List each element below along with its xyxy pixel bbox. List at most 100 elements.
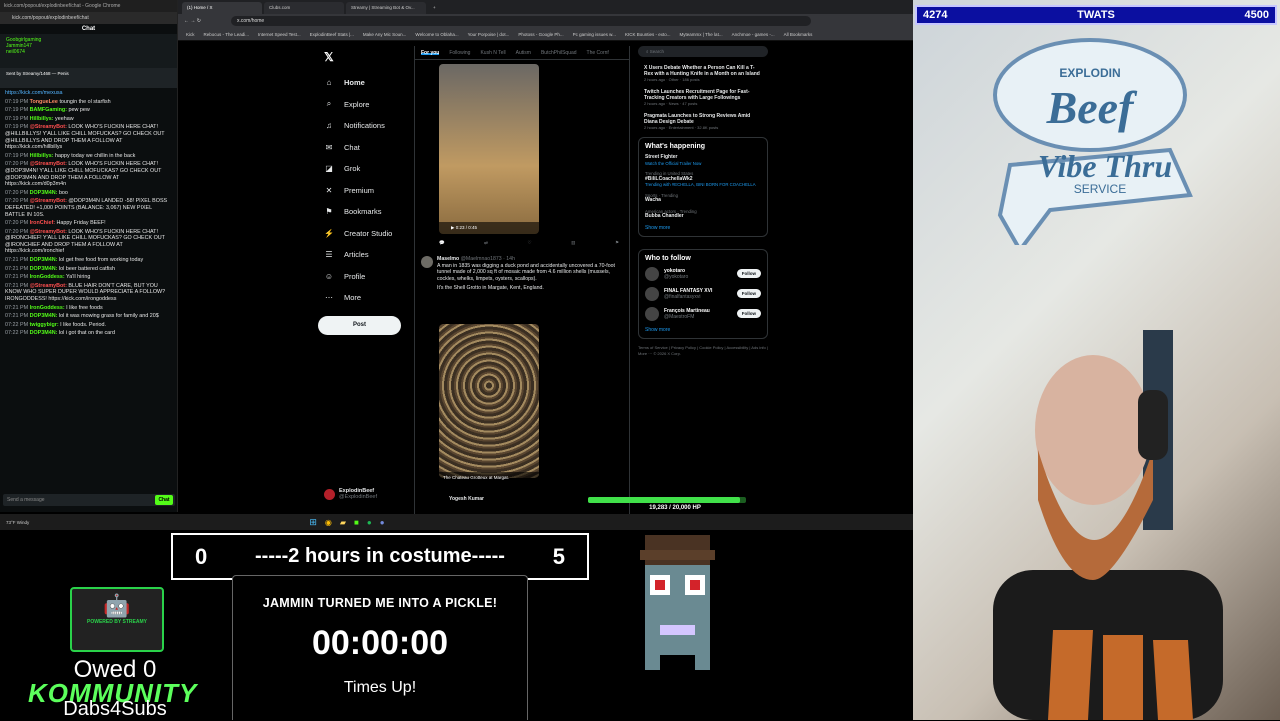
trend-item[interactable]: Sports · Trending Wacha [645, 193, 761, 204]
follow-suggestion[interactable]: yokotaro @yokotaro Follow [645, 266, 761, 281]
chat-send-input[interactable]: Send a message [3, 494, 175, 506]
nav-item-bookmarks[interactable]: ⚑ Bookmarks [318, 201, 413, 223]
bookmark-item[interactable]: Welcome to Oblaha... [415, 32, 458, 37]
tweet[interactable]: Maselmo @Maelmnao1873 · 14h A man in 183… [419, 256, 625, 292]
bookmark-item[interactable]: Anchmoe - games -... [732, 32, 775, 37]
like-icon[interactable]: ♡ [528, 240, 532, 246]
message-username[interactable]: DOP3M4N: [30, 266, 58, 272]
chat-url[interactable]: kick.com/popout/explodinbeef/chat [0, 12, 177, 24]
account-switcher[interactable]: ExplodinBeef @ExplodinBeef [324, 488, 377, 500]
video-controls[interactable]: ▶ 0:23 / 0:45 [439, 222, 539, 234]
search-input[interactable]: ⌕ Search [638, 46, 768, 57]
message-username[interactable]: BAMFGaming: [30, 107, 67, 113]
tab-clubs[interactable]: Clubs.com [264, 2, 344, 14]
message-username[interactable]: DOP3M4N: [30, 313, 58, 319]
nav-item-chat[interactable]: ✉ Chat [318, 137, 413, 159]
address-bar[interactable]: x.com/home [230, 16, 811, 26]
bookmark-item[interactable]: Pc gaming issues w... [573, 32, 616, 37]
reload-icon[interactable]: ↻ [197, 18, 201, 24]
news-item[interactable]: X Users Debate Whether a Person Can Kill… [644, 65, 762, 83]
feed-tab[interactable]: Autism [516, 50, 531, 56]
message-username[interactable]: @StreamyBot: [30, 198, 67, 204]
follow-button[interactable]: Follow [736, 289, 761, 298]
chat-send-button[interactable]: Chat [155, 495, 173, 505]
next-tweet-author[interactable]: Yogesh Kumar [449, 496, 484, 502]
bookmark-item[interactable]: Your Porpoise | dot... [468, 32, 510, 37]
follow-button[interactable]: Follow [736, 309, 761, 318]
views-icon[interactable]: ▥ [571, 240, 575, 246]
counter-goal: 4500 [1244, 9, 1269, 21]
new-tab-button[interactable]: + [428, 2, 442, 14]
tweet-image[interactable] [439, 324, 539, 478]
news-item[interactable]: Pragmata Launches to Strong Reviews Amid… [644, 113, 762, 131]
message-username[interactable]: Hillbillys: [30, 153, 54, 159]
follow-button[interactable]: Follow [736, 269, 761, 278]
bookmark-item[interactable]: Rebocus - The Leadi... [204, 32, 249, 37]
post-button[interactable]: Post [318, 315, 401, 335]
nav-item-creator-studio[interactable]: ⚡ Creator Studio [318, 223, 413, 245]
bookmark-item[interactable]: Myteammx | The lat... [679, 32, 722, 37]
trend-item[interactable]: Trending in United States #BiliLCoachella… [645, 171, 761, 188]
bookmark-icon[interactable]: ⚑ [615, 240, 619, 246]
nav-item-notifications[interactable]: ♫ Notifications [318, 115, 413, 137]
bookmark-item[interactable]: Photoss - Google Ph... [518, 32, 563, 37]
bookmark-item[interactable]: Make Any Mic Soun... [363, 32, 407, 37]
feed-tab[interactable]: ButchPhilSquad [541, 50, 577, 56]
bookmark-item[interactable]: KICK Bounties - exto... [625, 32, 671, 37]
message-username[interactable]: Hillbillys: [30, 116, 54, 122]
bookmark-item[interactable]: Internet Speed Test... [258, 32, 301, 37]
bookmark-item[interactable]: Kick [186, 32, 195, 37]
spotify-icon[interactable]: ● [367, 518, 372, 527]
forward-icon[interactable]: → [190, 18, 195, 24]
message-username[interactable]: @StreamyBot: [30, 229, 67, 235]
message-username[interactable]: DOP3M4N: [30, 257, 58, 263]
nav-item-grok[interactable]: ◪ Grok [318, 158, 413, 180]
costume-current: 0 [195, 543, 208, 569]
nav-item-explore[interactable]: ⌕ Explore [318, 94, 413, 116]
trend-item[interactable]: American actors · Trending Bubba Chandler [645, 209, 761, 220]
pinned-message[interactable]: Sent by Streamy/1468 — Penis [0, 68, 177, 88]
tab-x-home[interactable]: (1) Home / X [182, 2, 262, 14]
tab-streamy[interactable]: Streamy | Streaming Bot & Ov... [346, 2, 426, 14]
feed-tab[interactable]: Following [449, 50, 470, 56]
bookmark-item[interactable]: All Bookmarks [784, 32, 813, 37]
nav-item-profile[interactable]: ☺ Profile [318, 266, 413, 288]
reply-icon[interactable]: 💬 [439, 240, 445, 246]
show-more-link[interactable]: Show more [645, 327, 761, 333]
file-explorer-icon[interactable]: ▰ [340, 518, 346, 527]
show-more-link[interactable]: Show more [645, 225, 761, 231]
trend-item[interactable]: Street Fighter Watch the Official Trailer… [645, 154, 761, 166]
nav-item-home[interactable]: ⌂ Home [318, 72, 413, 94]
nav-item-more[interactable]: ⋯ More [318, 287, 413, 309]
message-username[interactable]: IronChief: [30, 220, 55, 226]
bookmark-item[interactable]: ExplodinBeef Stats |... [310, 32, 354, 37]
message-username[interactable]: DOP3M4N: [30, 330, 58, 336]
feed-tab[interactable]: For you [421, 50, 440, 56]
message-username[interactable]: @StreamyBot: [30, 124, 67, 130]
chrome-icon[interactable]: ◉ [325, 518, 332, 527]
message-username[interactable]: IronGoddess: [30, 274, 65, 280]
feed-tab[interactable]: Kush N Tell [480, 50, 505, 56]
discord-icon[interactable]: ● [380, 518, 385, 527]
x-logo-icon[interactable]: 𝕏 [324, 50, 413, 64]
feed-tab[interactable]: The Cornf [587, 50, 609, 56]
nav-item-premium[interactable]: ✕ Premium [318, 180, 413, 202]
suggestion-handle: @yokotaro [664, 273, 689, 280]
message-username[interactable]: DOP3M4N: [30, 190, 58, 196]
message-username[interactable]: @StreamyBot: [30, 161, 67, 167]
follow-suggestion[interactable]: FINAL FANTASY XVI @finalfantasyxvi Follow [645, 286, 761, 301]
message-username[interactable]: twiggybigr: [30, 322, 59, 328]
message-username[interactable]: TongueLee [30, 99, 58, 105]
nav-item-articles[interactable]: ☰ Articles [318, 244, 413, 266]
news-item[interactable]: Twitch Launches Recruitment Page for Fas… [644, 89, 762, 107]
message-username[interactable]: @StreamyBot: [30, 283, 67, 289]
repost-icon[interactable]: ⇄ [484, 240, 488, 246]
weather-widget[interactable]: 73°F Windy [6, 520, 29, 525]
message-username[interactable]: IronGoddess: [30, 305, 65, 311]
follow-suggestion[interactable]: François Martineau @MaestroFM Follow [645, 306, 761, 321]
kick-icon[interactable]: ■ [354, 518, 359, 527]
footer-links[interactable]: Terms of Service | Privacy Policy | Cook… [638, 345, 768, 357]
back-icon[interactable]: ← [184, 18, 189, 24]
windows-start-icon[interactable]: ⊞ [309, 517, 317, 528]
video-thumbnail[interactable] [439, 64, 539, 234]
